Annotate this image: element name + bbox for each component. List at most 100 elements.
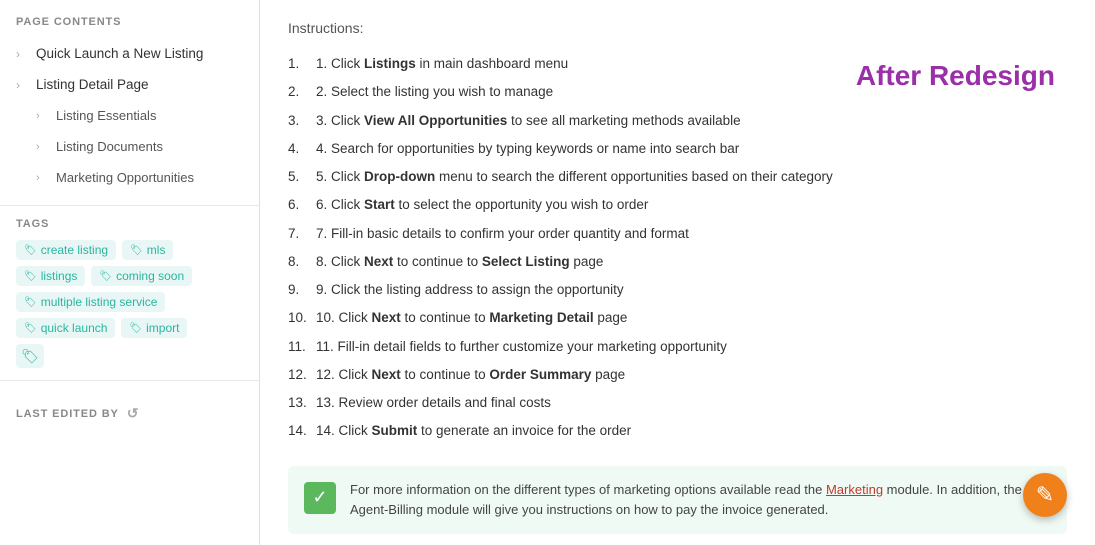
page-contents-label: PAGE CONTENTS [0,16,259,38]
nav-item-label: Quick Launch a New Listing [36,46,203,61]
edit-fab-button[interactable]: ✎ [1023,473,1067,517]
info-box: ✓ For more information on the different … [288,466,1067,534]
edit-icon: ✎ [1036,482,1054,508]
step-3: 3. Click View All Opportunities to see a… [288,107,1067,135]
step-text: Fill-in detail fields to further customi… [338,337,727,357]
tags-section: TAGS 🏷 create listing 🏷 mls 🏷 listings 🏷… [0,218,259,368]
step-text: Click Listings in main dashboard menu [331,54,568,74]
chevron-right-icon: › [36,172,48,184]
info-text-before: For more information on the different ty… [350,482,826,497]
step-text: Click Drop-down menu to search the diffe… [331,167,833,187]
step-8: 8. Click Next to continue to Select List… [288,248,1067,276]
step-13: 13. Review order details and final costs [288,389,1067,417]
chevron-right-icon: › [16,78,28,92]
step-prefix: 13. [316,393,339,413]
step-text: Click Start to select the opportunity yo… [331,195,648,215]
step-prefix: 4. [316,139,331,159]
step-14: 14. Click Submit to generate an invoice … [288,417,1067,445]
tag-icon: 🏷 [24,245,37,256]
tags-row-3: 🏷 multiple listing service [16,292,243,312]
step-10: 10. Click Next to continue to Marketing … [288,304,1067,332]
chevron-right-icon: › [36,141,48,153]
nav-item-quick-launch[interactable]: › Quick Launch a New Listing [0,38,259,69]
tag-quick-launch[interactable]: 🏷 quick launch [16,318,115,338]
tags-row-2: 🏷 listings 🏷 coming soon [16,266,243,286]
tag-icon: 🏷 [21,348,39,365]
tag-label: multiple listing service [41,295,158,309]
last-edited-label: LAST EDITED BY ↺ [16,405,243,422]
step-4: 4. Search for opportunities by typing ke… [288,135,1067,163]
tag-mls[interactable]: 🏷 mls [122,240,173,260]
tags-row-5: 🏷 [16,344,243,368]
tag-label: import [146,321,179,335]
tag-label: quick launch [41,321,108,335]
instructions-label: Instructions: [288,20,1067,36]
tag-label: mls [147,243,166,257]
step-5: 5. Click Drop-down menu to search the di… [288,163,1067,191]
after-redesign-heading: After Redesign [856,60,1055,92]
step-prefix: 11. [316,337,338,357]
tag-listings[interactable]: 🏷 listings [16,266,85,286]
step-prefix: 12. [316,365,339,385]
divider-2 [0,380,259,381]
step-text: Fill-in basic details to confirm your or… [331,224,689,244]
nav-item-label: Listing Documents [56,139,163,154]
step-prefix: 2. [316,82,331,102]
nav-item-marketing-opportunities[interactable]: › Marketing Opportunities [0,162,259,193]
nav-item-label: Marketing Opportunities [56,170,194,185]
tag-icon: 🏷 [24,323,37,334]
nav-item-listing-essentials[interactable]: › Listing Essentials [0,100,259,131]
tags-row-4: 🏷 quick launch 🏷 import [16,318,243,338]
step-prefix: 14. [316,421,339,441]
step-prefix: 1. [316,54,331,74]
step-12: 12. Click Next to continue to Order Summ… [288,361,1067,389]
tag-label: coming soon [116,269,184,283]
divider [0,205,259,206]
last-edited-section: LAST EDITED BY ↺ [0,393,259,422]
tag-import[interactable]: 🏷 import [121,318,187,338]
step-text: Click Next to continue to Order Summary … [339,365,626,385]
chevron-right-icon: › [16,47,28,61]
step-prefix: 7. [316,224,331,244]
tag-coming-soon[interactable]: 🏷 coming soon [91,266,192,286]
step-text: Click Submit to generate an invoice for … [339,421,632,441]
main-content: Instructions: After Redesign 1. Click Li… [260,0,1095,545]
tag-create-listing[interactable]: 🏷 create listing [16,240,116,260]
step-text: Click View All Opportunities to see all … [331,111,741,131]
nav-item-listing-documents[interactable]: › Listing Documents [0,131,259,162]
tag-label: listings [41,269,78,283]
step-text: Click the listing address to assign the … [331,280,624,300]
nav-item-listing-detail[interactable]: › Listing Detail Page [0,69,259,100]
step-text: Select the listing you wish to manage [331,82,553,102]
step-prefix: 10. [316,308,339,328]
nav-item-label: Listing Detail Page [36,77,149,92]
chevron-right-icon: › [36,110,48,122]
step-11: 11. Fill-in detail fields to further cus… [288,333,1067,361]
step-7: 7. Fill-in basic details to confirm your… [288,220,1067,248]
step-prefix: 8. [316,252,331,272]
tags-row-1: 🏷 create listing 🏷 mls [16,240,243,260]
tag-icon: 🏷 [129,323,142,334]
tag-icon: 🏷 [24,297,37,308]
step-prefix: 3. [316,111,331,131]
tags-label: TAGS [16,218,243,230]
check-icon: ✓ [304,482,336,514]
marketing-link[interactable]: Marketing [826,482,883,497]
add-tag-button[interactable]: 🏷 [16,344,44,368]
tag-icon: 🏷 [24,271,37,282]
tag-multiple-listing-service[interactable]: 🏷 multiple listing service [16,292,165,312]
step-prefix: 6. [316,195,331,215]
nav-item-label: Listing Essentials [56,108,156,123]
step-text: Review order details and final costs [339,393,551,413]
step-text: Click Next to continue to Select Listing… [331,252,603,272]
last-edited-text: LAST EDITED BY [16,408,119,420]
step-9: 9. Click the listing address to assign t… [288,276,1067,304]
tag-label: create listing [41,243,108,257]
instructions-list: 1. Click Listings in main dashboard menu… [288,50,1067,446]
step-prefix: 9. [316,280,331,300]
step-text: Search for opportunities by typing keywo… [331,139,739,159]
step-text: Click Next to continue to Marketing Deta… [339,308,628,328]
tag-icon: 🏷 [99,271,112,282]
step-prefix: 5. [316,167,331,187]
step-6: 6. Click Start to select the opportunity… [288,191,1067,219]
